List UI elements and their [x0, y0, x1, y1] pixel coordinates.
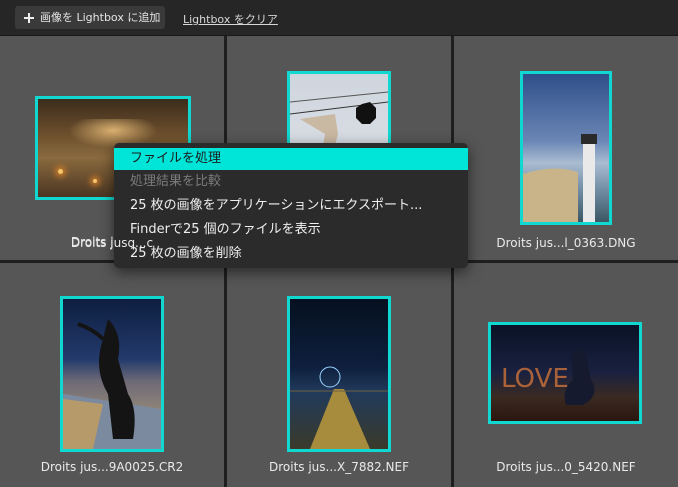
menu-item-compare-results: 処理結果を比較: [130, 174, 222, 189]
add-to-lightbox-button[interactable]: 画像を Lightbox に追加: [15, 6, 165, 29]
image-thumbnail[interactable]: [60, 296, 164, 452]
image-caption: Droits jus...9A0025.CR2: [40, 460, 184, 474]
toolbar: 画像を Lightbox に追加 Lightbox をクリア: [0, 0, 678, 36]
image-caption: Droits jusq...c: [70, 236, 154, 250]
grid-cell[interactable]: Droits jus...l_0363.DNG: [454, 36, 678, 260]
svg-text:LOVE: LOVE: [501, 364, 569, 394]
grid-cell[interactable]: Droits jus...9A0025.CR2: [0, 263, 224, 487]
clear-lightbox-link[interactable]: Lightbox をクリア: [183, 11, 278, 27]
add-to-lightbox-label: 画像を Lightbox に追加: [40, 11, 161, 24]
image-caption: Droits jus...0_5420.NEF: [496, 460, 636, 474]
menu-item-process-files[interactable]: ファイルを処理: [114, 148, 468, 170]
image-thumbnail[interactable]: [520, 71, 612, 225]
grid-cell[interactable]: LOVE Droits jus...0_5420.NEF: [454, 263, 678, 487]
plus-icon: [24, 12, 34, 23]
image-caption: Droits jus...l_0363.DNG: [496, 236, 636, 250]
image-caption: Droits jus...X_7882.NEF: [268, 460, 410, 474]
image-thumbnail[interactable]: [287, 296, 391, 452]
grid-cell[interactable]: Droits jus...X_7882.NEF: [227, 263, 451, 487]
image-thumbnail[interactable]: LOVE: [488, 322, 642, 424]
menu-item-export-to-app[interactable]: 25 枚の画像をアプリケーションにエクスポート...: [114, 195, 468, 217]
